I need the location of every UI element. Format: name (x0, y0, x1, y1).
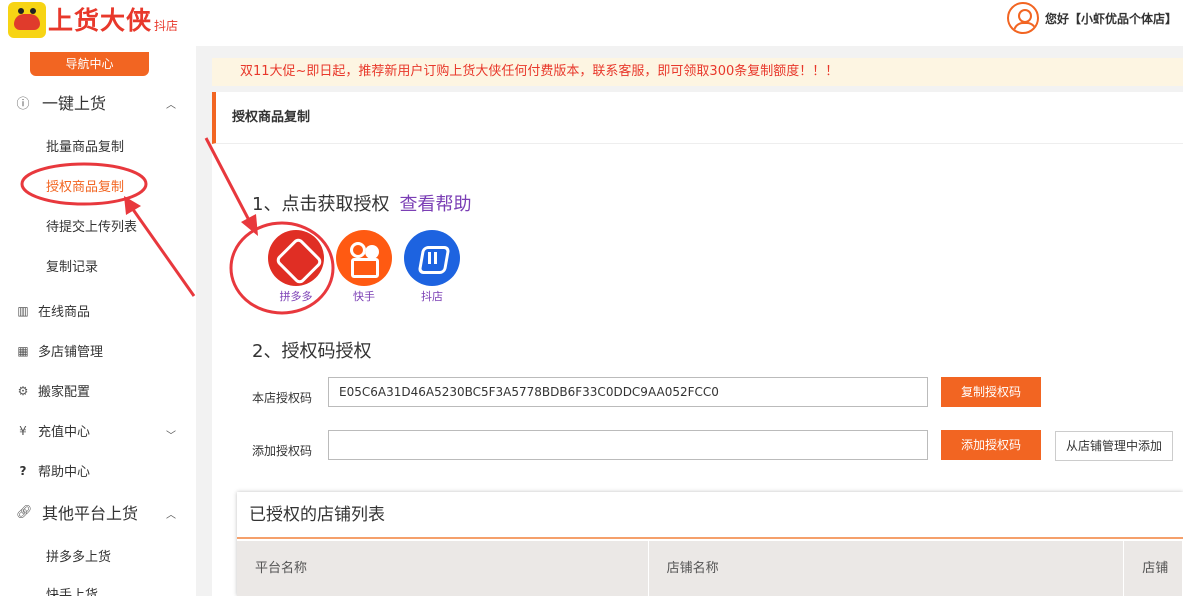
step1-label: 1、点击获取授权 (252, 194, 390, 215)
sidebar-item-batch-copy[interactable]: 批量商品复制 (46, 136, 124, 155)
logo-subtitle: 抖店 (154, 19, 179, 33)
add-from-store-button[interactable]: 从店铺管理中添加 (1055, 431, 1173, 461)
step1-heading: 1、点击获取授权 查看帮助 (252, 190, 471, 216)
sidebar-item-migration-config[interactable]: ⚙ 搬家配置 (16, 381, 91, 401)
sidebar-group-one-click[interactable]: ⓘ 一键上货 (16, 90, 106, 114)
logo-text: 上货大侠 (48, 6, 153, 35)
sidebar-item-label: 帮助中心 (38, 465, 91, 480)
info-circle-icon: ⓘ (16, 96, 30, 112)
platform-label: 拼多多 (279, 290, 313, 303)
user-avatar-icon[interactable] (1006, 2, 1039, 34)
gear-icon: ⚙ (17, 383, 29, 398)
question-icon: ? (19, 463, 27, 478)
sidebar-item-kuaishou-upload[interactable]: 快手上货 (46, 584, 98, 596)
sidebar-item-auth-copy[interactable]: 授权商品复制 (46, 176, 124, 195)
sidebar-item-multi-store[interactable]: ▦ 多店铺管理 (16, 341, 104, 361)
grid-icon: ▥ (17, 303, 29, 318)
promo-notice: 双11大促~即日起，推荐新用户订购上货大侠任何付费版本，联系客服，即可领取300… (212, 58, 1183, 86)
add-code-input[interactable] (328, 430, 928, 460)
add-code-button[interactable]: 添加授权码 (941, 430, 1041, 460)
page-title: 授权商品复制 (212, 92, 1183, 144)
column-header-platform: 平台名称 (237, 541, 649, 596)
sidebar-item-pdd-upload[interactable]: 拼多多上货 (46, 546, 111, 565)
sidebar-item-copy-records[interactable]: 复制记录 (46, 256, 98, 275)
sidebar-group-label: 其他平台上货 (42, 504, 139, 523)
sidebar-item-recharge[interactable]: ¥ 充值中心 (16, 421, 91, 441)
sidebar-item-pending-upload[interactable]: 待提交上传列表 (46, 216, 137, 235)
nav-center-button[interactable]: 导航中心 (30, 52, 149, 76)
platform-kuaishou[interactable]: 快手 (336, 230, 392, 304)
mascot-logo-icon (8, 2, 46, 38)
platform-label: 抖店 (421, 290, 443, 303)
sidebar-group-label: 一键上货 (42, 94, 107, 113)
sidebar: 导航中心 ⓘ 一键上货 ︿ 批量商品复制 授权商品复制 待提交上传列表 复制记录… (0, 46, 196, 596)
chevron-up-icon[interactable]: ︿ (166, 96, 176, 111)
platform-label: 快手 (353, 290, 375, 303)
user-greeting: 您好【小虾优品个体店】 (1044, 11, 1177, 26)
column-header-store: 店铺名称 (649, 541, 1125, 596)
apps-icon: ▦ (17, 343, 29, 358)
add-code-label: 添加授权码 (252, 444, 313, 458)
sidebar-item-online-products[interactable]: ▥ 在线商品 (16, 301, 91, 321)
app-logo[interactable]: 上货大侠 抖店 (8, 2, 178, 38)
platform-doudian[interactable]: 抖店 (404, 230, 460, 304)
authorized-store-table: 已授权的店铺列表 平台名称 店铺名称 店铺 (237, 492, 1183, 596)
doudian-logo-icon[interactable] (404, 230, 460, 286)
sidebar-item-label: 充值中心 (38, 425, 91, 440)
store-code-label: 本店授权码 (252, 391, 313, 405)
column-header-store-extra: 店铺 (1124, 541, 1183, 596)
chevron-down-icon[interactable]: ﹀ (166, 427, 176, 442)
copy-code-button[interactable]: 复制授权码 (941, 377, 1041, 407)
store-code-field[interactable]: E05C6A31D46A5230BC5F3A5778BDB6F33C0DDC9A… (328, 377, 928, 407)
table-header: 平台名称 店铺名称 店铺 (237, 541, 1183, 596)
yen-icon: ¥ (19, 423, 27, 438)
sidebar-item-label: 在线商品 (38, 305, 91, 320)
table-title: 已授权的店铺列表 (237, 492, 1183, 539)
top-header: 上货大侠 抖店 您好【小虾优品个体店】 (0, 0, 1183, 46)
sidebar-item-label: 多店铺管理 (38, 345, 104, 360)
sidebar-item-help[interactable]: ? 帮助中心 (16, 461, 91, 481)
step2-heading: 2、授权码授权 (252, 341, 372, 362)
pinduoduo-logo-icon[interactable] (268, 230, 324, 286)
sidebar-group-other-platforms[interactable]: 🔗︎ 其他平台上货 (16, 500, 138, 524)
user-menu[interactable]: 您好【小虾优品个体店】 (1006, 2, 1177, 34)
kuaishou-logo-icon[interactable] (336, 230, 392, 286)
sidebar-item-label: 搬家配置 (38, 385, 91, 400)
link-icon: 🔗︎ (16, 504, 33, 520)
help-link[interactable]: 查看帮助 (399, 194, 471, 215)
chevron-up-icon[interactable]: ︿ (166, 506, 176, 521)
platform-pinduoduo[interactable]: 拼多多 (268, 230, 324, 304)
